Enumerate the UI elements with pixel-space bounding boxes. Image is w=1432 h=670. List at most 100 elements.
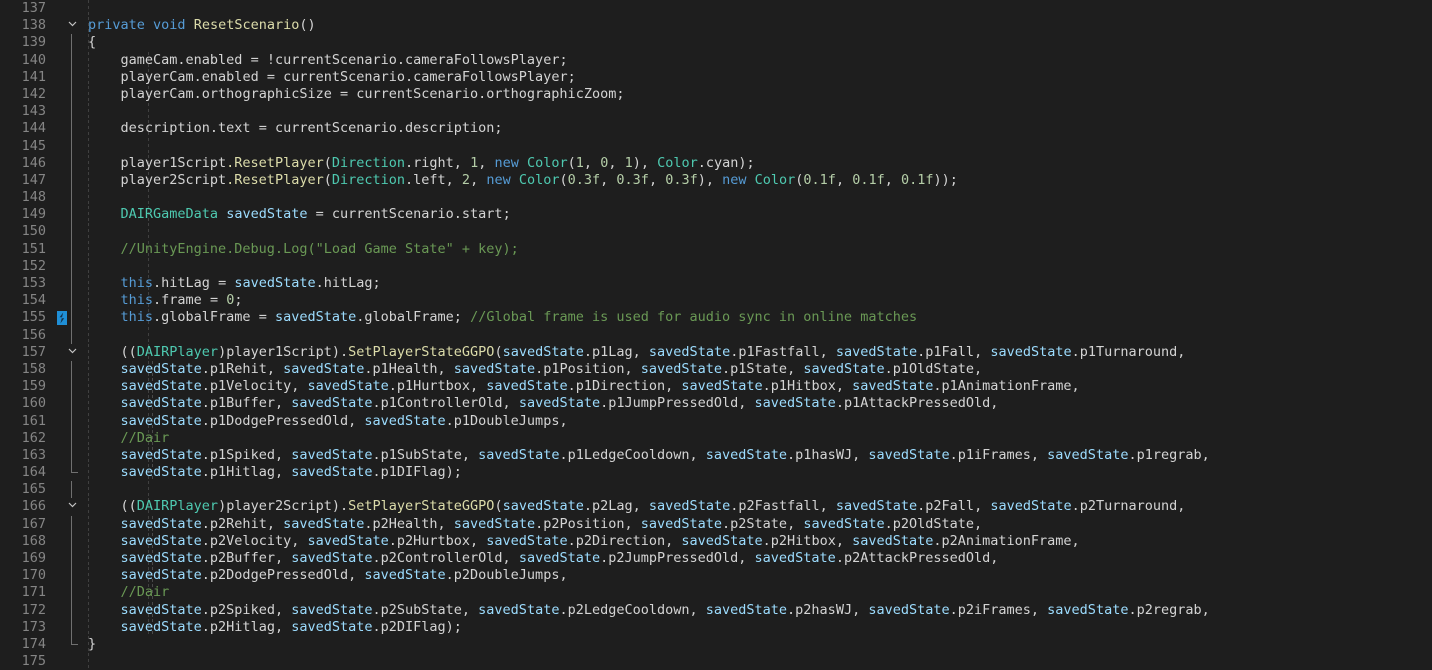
code-text[interactable]: }	[88, 636, 96, 653]
code-line[interactable]: 157 ((DAIRPlayer)player1Script).SetPlaye…	[0, 343, 1432, 361]
code-line[interactable]: 152	[0, 257, 1432, 275]
fold-range-bar[interactable]	[71, 240, 72, 258]
fold-range-bar[interactable]	[71, 481, 72, 499]
code-line[interactable]: 155 this.globalFrame = savedState.global…	[0, 309, 1432, 327]
code-text[interactable]: savedState.p2Buffer, savedState.p2Contro…	[88, 550, 999, 567]
fold-range-bar[interactable]	[71, 34, 72, 52]
fold-range-bar[interactable]	[71, 360, 72, 379]
fold-range-bar[interactable]	[71, 601, 72, 619]
fold-range-bar[interactable]	[71, 635, 78, 645]
code-line[interactable]: 140 gameCam.enabled = !currentScenario.c…	[0, 51, 1432, 69]
code-line[interactable]: 162 //Dair	[0, 429, 1432, 447]
code-line[interactable]: 160 savedState.p1Buffer, savedState.p1Co…	[0, 395, 1432, 413]
code-line[interactable]: 141 playerCam.enabled = currentScenario.…	[0, 68, 1432, 86]
code-line[interactable]: 150	[0, 223, 1432, 241]
fold-range-bar[interactable]	[71, 618, 72, 636]
fold-range-bar[interactable]	[71, 68, 72, 86]
fold-range-bar[interactable]	[71, 395, 72, 413]
fold-range-bar[interactable]	[71, 137, 72, 155]
code-text[interactable]: savedState.p2Velocity, savedState.p2Hurt…	[88, 533, 1080, 550]
code-line[interactable]: 168 savedState.p2Velocity, savedState.p2…	[0, 532, 1432, 550]
code-text[interactable]: gameCam.enabled = !currentScenario.camer…	[88, 52, 568, 69]
code-text[interactable]: savedState.p2DodgePressedOld, savedState…	[88, 567, 568, 584]
code-line[interactable]: 146 player1Script.ResetPlayer(Direction.…	[0, 154, 1432, 172]
fold-range-bar[interactable]	[71, 171, 72, 190]
code-line[interactable]: 154 this.frame = 0;	[0, 292, 1432, 310]
code-line[interactable]: 165	[0, 481, 1432, 499]
fold-range-bar[interactable]	[71, 550, 72, 568]
fold-range-bar[interactable]	[71, 292, 72, 310]
code-text[interactable]: private void ResetScenario()	[88, 17, 316, 34]
code-line[interactable]: 164 savedState.p1Hitlag, savedState.p1DI…	[0, 464, 1432, 482]
code-text[interactable]: description.text = currentScenario.descr…	[88, 120, 503, 137]
code-text[interactable]: this.globalFrame = savedState.globalFram…	[88, 309, 918, 326]
code-text[interactable]: player1Script.ResetPlayer(Direction.righ…	[88, 155, 755, 172]
code-text[interactable]: savedState.p1Spiked, savedState.p1SubSta…	[88, 447, 1210, 464]
code-line[interactable]: 166 ((DAIRPlayer)player2Script).SetPlaye…	[0, 498, 1432, 516]
code-text[interactable]: savedState.p1Velocity, savedState.p1Hurt…	[88, 378, 1080, 395]
code-text[interactable]: savedState.p1Hitlag, savedState.p1DIFlag…	[88, 464, 462, 481]
code-line[interactable]: 158 savedState.p1Rehit, savedState.p1Hea…	[0, 360, 1432, 379]
fold-range-bar[interactable]	[71, 85, 72, 104]
code-line[interactable]: 156	[0, 326, 1432, 344]
code-line[interactable]: 149 DAIRGameData savedState = currentSce…	[0, 206, 1432, 224]
fold-range-bar[interactable]	[71, 515, 72, 533]
code-text[interactable]: savedState.p1Rehit, savedState.p1Health,…	[88, 361, 983, 378]
code-text[interactable]: this.frame = 0;	[88, 292, 243, 309]
code-line[interactable]: 148	[0, 189, 1432, 207]
fold-range-bar[interactable]	[71, 464, 78, 474]
fold-range-bar[interactable]	[71, 120, 72, 138]
code-text[interactable]: DAIRGameData savedState = currentScenari…	[88, 206, 511, 223]
code-line[interactable]: 171 //Dair	[0, 584, 1432, 602]
code-editor-pane[interactable]: 137 138 private void ResetScenario() 139{14…	[0, 0, 1432, 670]
code-line[interactable]: 137	[0, 0, 1432, 18]
fold-range-bar[interactable]	[71, 103, 72, 121]
code-line[interactable]: 151 //UnityEngine.Debug.Log("Load Game S…	[0, 240, 1432, 258]
fold-range-bar[interactable]	[71, 309, 72, 327]
code-line[interactable]: 147 player2Script.ResetPlayer(Direction.…	[0, 171, 1432, 190]
code-text[interactable]: savedState.p1Buffer, savedState.p1Contro…	[88, 395, 999, 412]
code-line[interactable]: 170 savedState.p2DodgePressedOld, savedS…	[0, 567, 1432, 585]
code-line[interactable]: 172 savedState.p2Spiked, savedState.p2Su…	[0, 601, 1432, 619]
code-text[interactable]: {	[88, 34, 96, 51]
code-lines-container[interactable]: 137 138 private void ResetScenario() 139{14…	[0, 0, 1432, 670]
code-line[interactable]: 173 savedState.p2Hitlag, savedState.p2DI…	[0, 618, 1432, 636]
code-text[interactable]: //Dair	[88, 430, 170, 447]
code-text[interactable]: savedState.p2Hitlag, savedState.p2DIFlag…	[88, 619, 462, 636]
code-text[interactable]: savedState.p1DodgePressedOld, savedState…	[88, 413, 568, 430]
fold-range-bar[interactable]	[71, 206, 72, 224]
code-line[interactable]: 145	[0, 137, 1432, 155]
code-line[interactable]: 159 savedState.p1Velocity, savedState.p1…	[0, 378, 1432, 396]
code-text[interactable]: playerCam.orthographicSize = currentScen…	[88, 86, 625, 103]
fold-range-bar[interactable]	[71, 429, 72, 447]
fold-range-bar[interactable]	[71, 51, 72, 69]
fold-range-bar[interactable]	[71, 326, 72, 344]
code-line[interactable]: 174}	[0, 635, 1432, 654]
code-line[interactable]: 175	[0, 653, 1432, 670]
fold-range-bar[interactable]	[71, 412, 72, 430]
fold-range-bar[interactable]	[71, 275, 72, 293]
code-text[interactable]: playerCam.enabled = currentScenario.came…	[88, 69, 576, 86]
fold-range-bar[interactable]	[71, 532, 72, 550]
chevron-down-icon[interactable]	[64, 498, 80, 515]
fold-range-bar[interactable]	[71, 189, 72, 207]
fold-range-bar[interactable]	[71, 446, 72, 465]
code-line[interactable]: 167 savedState.p2Rehit, savedState.p2Hea…	[0, 515, 1432, 533]
fold-range-bar[interactable]	[71, 257, 72, 275]
code-text[interactable]: this.hitLag = savedState.hitLag;	[88, 275, 381, 292]
fold-range-bar[interactable]	[71, 378, 72, 396]
code-line[interactable]: 161 savedState.p1DodgePressedOld, savedS…	[0, 412, 1432, 430]
code-line[interactable]: 143	[0, 103, 1432, 121]
code-line[interactable]: 139 {	[0, 34, 1432, 52]
code-text[interactable]: //UnityEngine.Debug.Log("Load Game State…	[88, 241, 519, 258]
bookmark-marker-icon[interactable]	[57, 311, 67, 326]
code-text[interactable]: ((DAIRPlayer)player1Script).SetPlayerSta…	[88, 344, 1186, 361]
code-line[interactable]: 142 playerCam.orthographicSize = current…	[0, 85, 1432, 104]
code-text[interactable]: player2Script.ResetPlayer(Direction.left…	[88, 172, 958, 189]
code-text[interactable]: savedState.p2Spiked, savedState.p2SubSta…	[88, 602, 1210, 619]
code-line[interactable]: 153 this.hitLag = savedState.hitLag;	[0, 275, 1432, 293]
code-line[interactable]: 163 savedState.p1Spiked, savedState.p1Su…	[0, 446, 1432, 465]
fold-range-bar[interactable]	[71, 567, 72, 585]
code-line[interactable]: 138 private void ResetScenario()	[0, 17, 1432, 35]
fold-range-bar[interactable]	[71, 584, 72, 602]
